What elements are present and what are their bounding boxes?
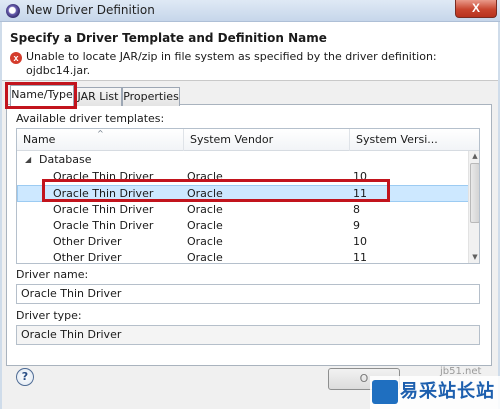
scroll-up-arrow-icon[interactable]: ▲ <box>469 151 479 162</box>
table-row[interactable]: Oracle Thin Driver Oracle 9 <box>17 218 469 235</box>
cell-vendor: Oracle <box>187 219 223 232</box>
cell-name: Other Driver <box>53 251 122 264</box>
table-header: Name ^ System Vendor System Versi... <box>17 129 479 151</box>
collapse-triangle-icon[interactable]: ◢ <box>25 152 31 168</box>
page-title: Specify a Driver Template and Definition… <box>10 31 327 45</box>
scrollbar-thumb[interactable] <box>470 163 479 223</box>
table-row[interactable]: Oracle Thin Driver Oracle 8 <box>17 202 469 219</box>
tree-group-database[interactable]: ◢ Database <box>17 152 469 169</box>
cell-name: Oracle Thin Driver <box>53 219 154 232</box>
watermark-site: jb51.net <box>440 366 482 377</box>
templates-label: Available driver templates: <box>16 112 165 125</box>
cell-vendor: Oracle <box>187 235 223 248</box>
scroll-down-arrow-icon[interactable]: ▼ <box>469 252 479 263</box>
watermark-text: 易采站长站 <box>400 381 495 402</box>
driver-name-field[interactable]: Oracle Thin Driver <box>16 284 480 304</box>
column-header-name-label: Name <box>23 133 56 146</box>
column-header-version[interactable]: System Versi... <box>350 129 468 151</box>
group-label: Database <box>39 153 92 166</box>
cell-vendor: Oracle <box>187 251 223 264</box>
vertical-scrollbar[interactable]: ▲ ▼ <box>468 151 479 263</box>
watermark-logo-icon <box>372 380 398 404</box>
selection-highlight-box <box>42 179 390 202</box>
cell-version: 11 <box>353 251 367 264</box>
cell-vendor: Oracle <box>187 203 223 216</box>
table-row[interactable]: Other Driver Oracle 11 <box>17 250 469 264</box>
driver-type-field: Oracle Thin Driver <box>16 325 480 345</box>
error-icon: x <box>10 52 22 64</box>
window-title: New Driver Definition <box>26 3 155 17</box>
tab-highlight-box <box>5 82 77 109</box>
tab-properties[interactable]: Properties <box>122 87 180 106</box>
table-row[interactable]: Other Driver Oracle 10 <box>17 234 469 251</box>
cell-version: 9 <box>353 219 360 232</box>
sort-ascending-icon: ^ <box>97 129 104 138</box>
tab-jar-list[interactable]: JAR List <box>74 87 122 106</box>
column-header-vendor[interactable]: System Vendor <box>184 129 350 151</box>
error-message: Unable to locate JAR/zip in file system … <box>26 50 476 78</box>
cell-name: Oracle Thin Driver <box>53 203 154 216</box>
cell-version: 8 <box>353 203 360 216</box>
eclipse-icon <box>6 4 20 18</box>
error-message-line-1: Unable to locate JAR/zip in file system … <box>26 50 437 63</box>
help-icon[interactable]: ? <box>16 368 34 386</box>
cell-name: Other Driver <box>53 235 122 248</box>
close-button[interactable]: X <box>455 0 497 18</box>
driver-type-label: Driver type: <box>16 309 82 322</box>
cell-version: 10 <box>353 235 367 248</box>
error-message-line-2: ojdbc14.jar. <box>26 64 91 77</box>
driver-name-label: Driver name: <box>16 268 89 281</box>
